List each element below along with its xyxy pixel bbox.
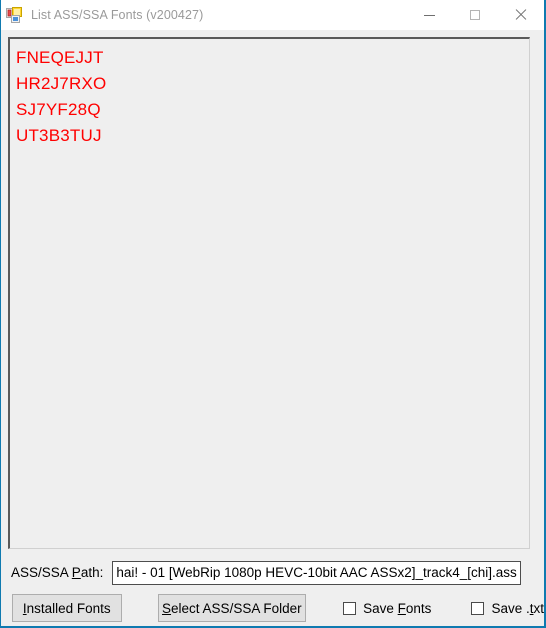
save-fonts-pre: Save <box>363 600 398 616</box>
list-item[interactable]: SJ7YF28Q <box>16 97 529 123</box>
minimize-icon <box>423 14 435 16</box>
checkbox-icon[interactable] <box>471 601 485 615</box>
save-fonts-post: onts <box>405 600 432 616</box>
path-label-pre: ASS/SSA <box>11 565 72 580</box>
app-window: List ASS/SSA Fonts (v200427) FNEQEJJT HR… <box>0 0 546 628</box>
save-txt-pre: Save . <box>491 600 530 616</box>
maximize-button[interactable] <box>452 0 498 30</box>
checkbox-icon[interactable] <box>343 601 357 615</box>
save-fonts-label: Save Fonts <box>363 601 431 616</box>
path-row: ASS/SSA Path: hai! - 01 [WebRip 1080p HE… <box>1 559 544 586</box>
close-button[interactable] <box>498 0 544 30</box>
list-item[interactable]: FNEQEJJT <box>16 45 529 71</box>
installed-fonts-label: nstalled Fonts <box>26 600 111 616</box>
list-item[interactable]: HR2J7RXO <box>16 71 529 97</box>
maximize-icon <box>470 10 480 20</box>
select-folder-accel: S <box>162 600 172 616</box>
save-txt-label: Save .txt <box>491 601 544 616</box>
save-txt-checkbox[interactable]: Save .txt <box>471 601 544 616</box>
app-icon <box>6 7 22 23</box>
installed-fonts-button[interactable]: Installed Fonts <box>12 594 122 622</box>
bottom-control-row: Installed Fonts Select ASS/SSA Folder Sa… <box>1 592 544 624</box>
save-fonts-accel: F <box>397 600 406 616</box>
path-input[interactable]: hai! - 01 [WebRip 1080p HEVC-10bit AAC A… <box>112 560 522 585</box>
client-area: FNEQEJJT HR2J7RXO SJ7YF28Q UT3B3TUJ ASS/… <box>1 30 544 626</box>
select-folder-button[interactable]: Select ASS/SSA Folder <box>157 594 307 622</box>
path-label-accel: P <box>71 565 81 580</box>
list-item[interactable]: UT3B3TUJ <box>16 123 529 149</box>
minimize-button[interactable] <box>406 0 452 30</box>
window-controls <box>406 0 544 30</box>
font-list-panel[interactable]: FNEQEJJT HR2J7RXO SJ7YF28Q UT3B3TUJ <box>8 37 530 549</box>
select-folder-label: elect ASS/SSA Folder <box>171 600 302 616</box>
path-label: ASS/SSA Path: <box>11 565 103 580</box>
window-title: List ASS/SSA Fonts (v200427) <box>31 8 204 22</box>
close-icon <box>515 9 527 21</box>
save-txt-post: xt <box>533 600 544 616</box>
titlebar: List ASS/SSA Fonts (v200427) <box>1 0 544 30</box>
path-label-post: ath: <box>80 565 104 580</box>
save-fonts-checkbox[interactable]: Save Fonts <box>343 601 431 616</box>
